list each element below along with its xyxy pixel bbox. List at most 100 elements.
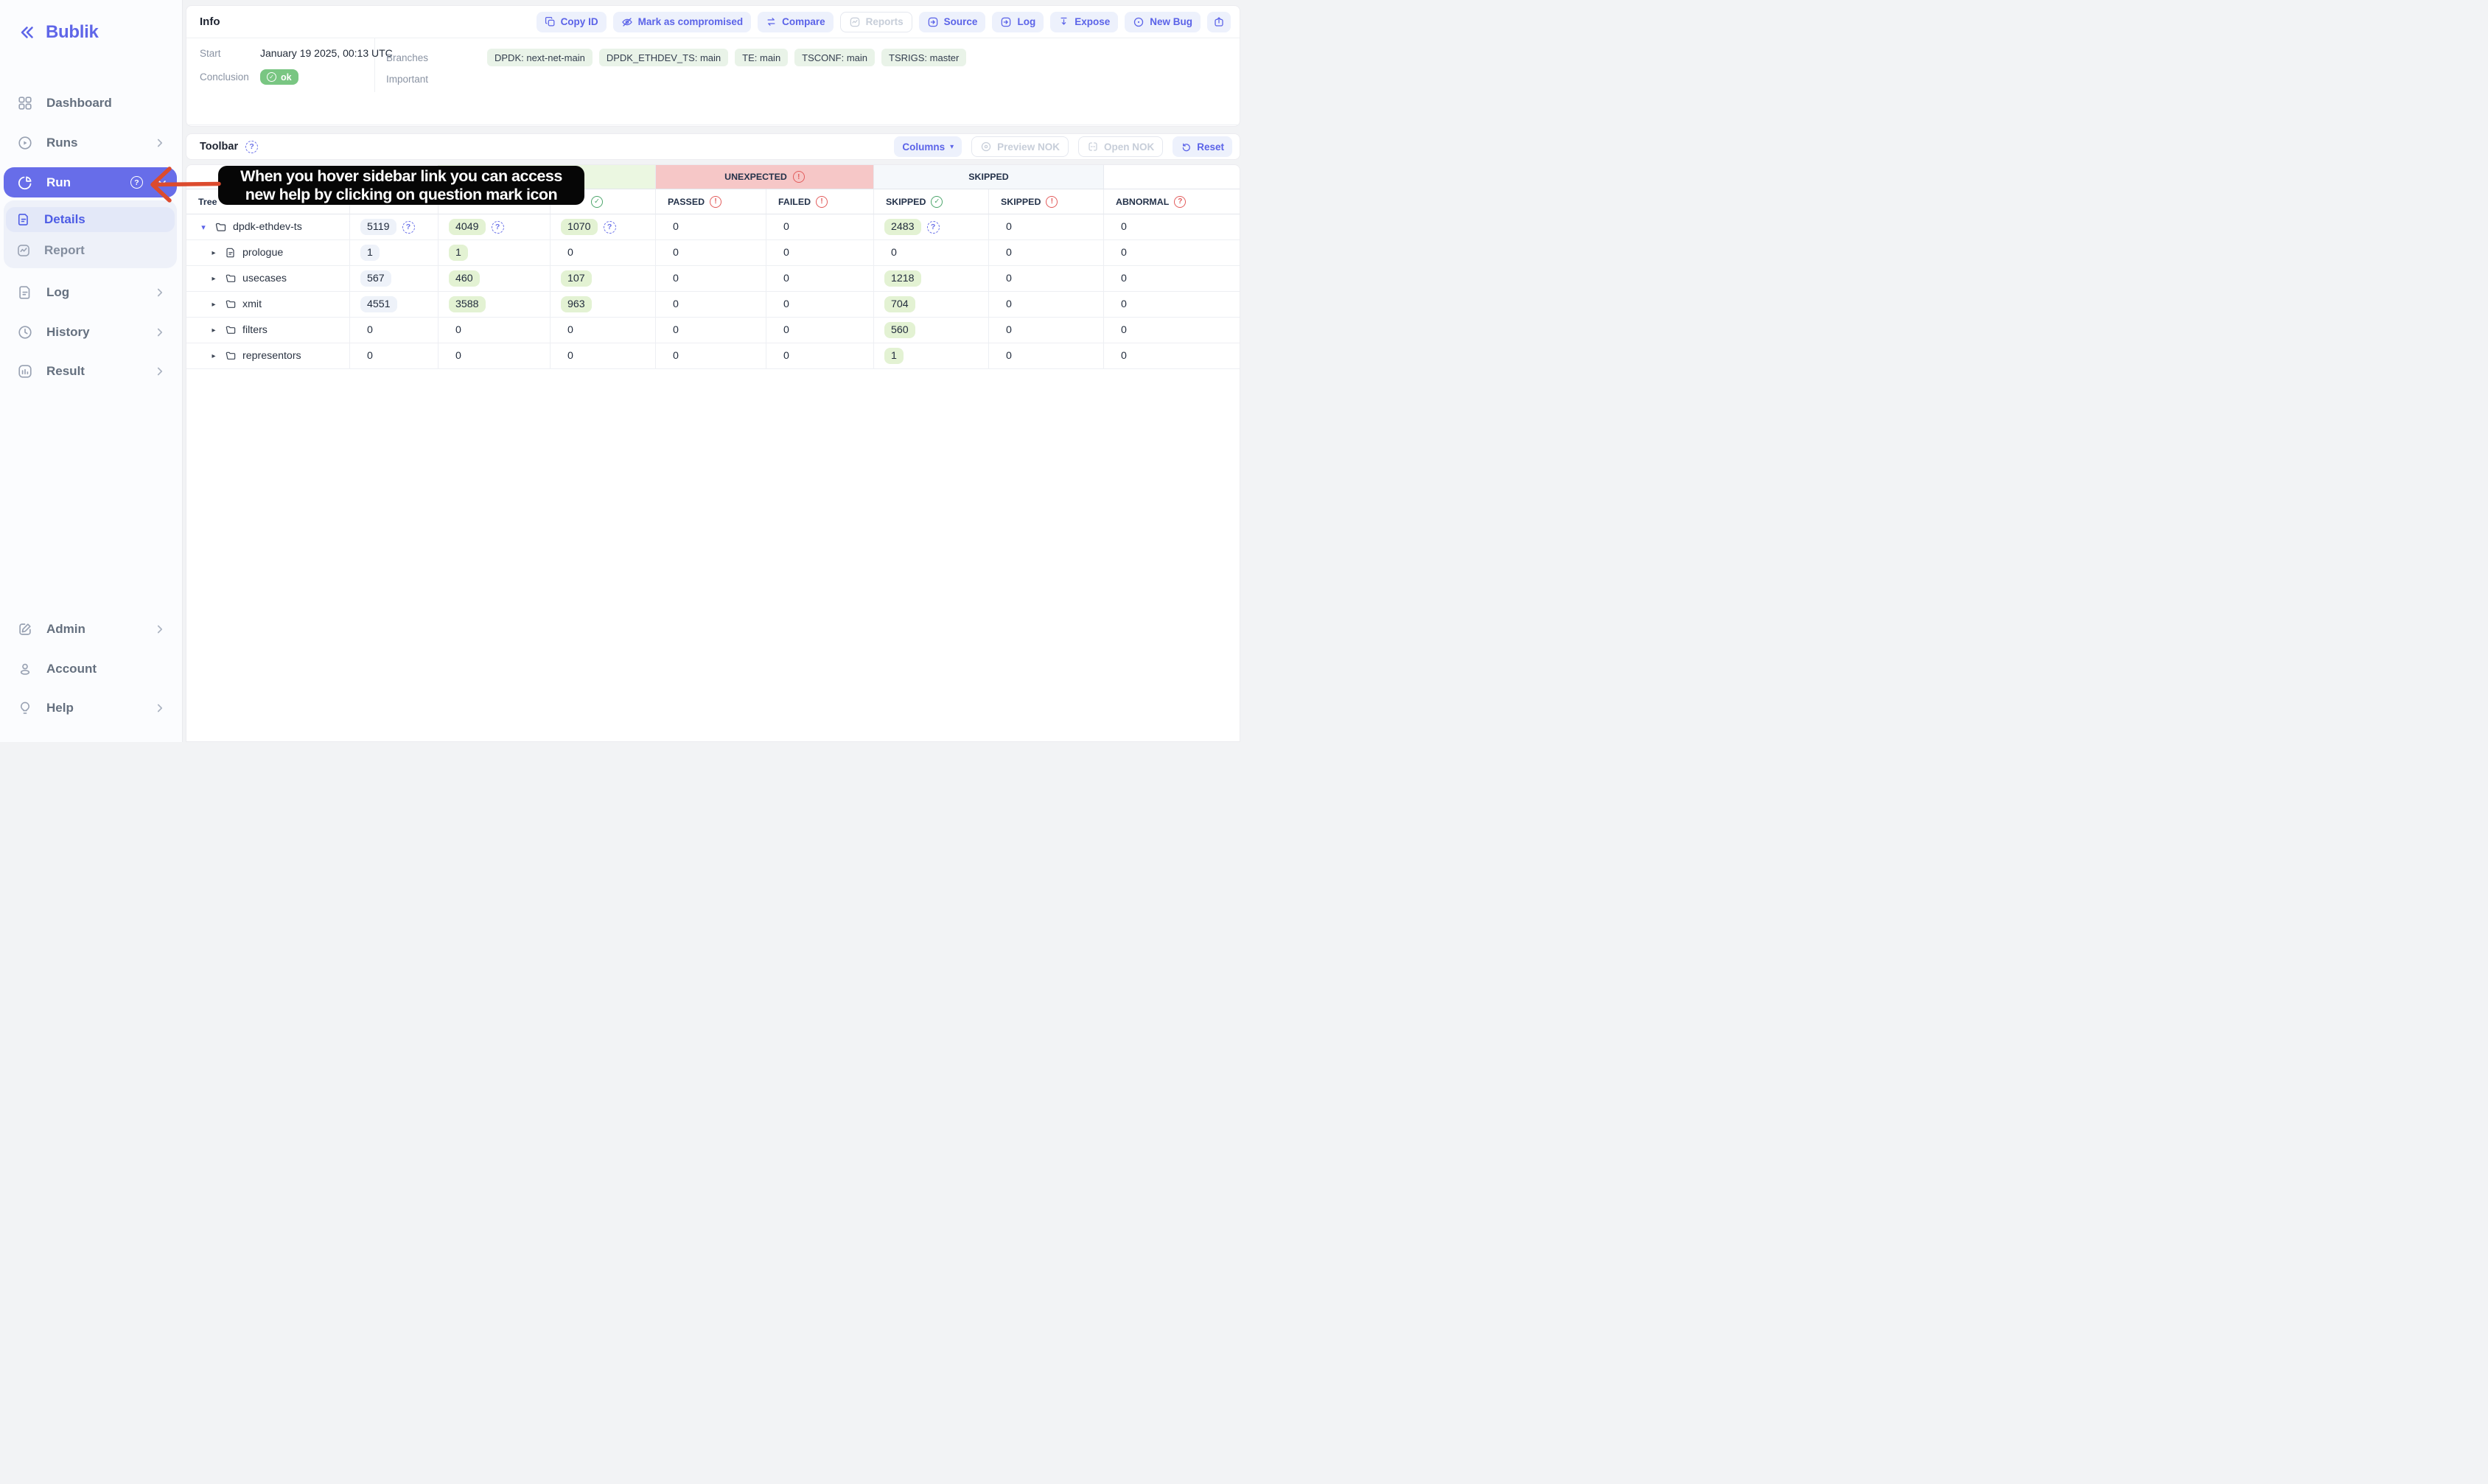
caret-right-icon[interactable]: ▸ (209, 352, 219, 360)
sidebar-item-run-active[interactable]: Run ? (4, 167, 177, 197)
tree-node-name[interactable]: dpdk-ethdev-ts (233, 221, 302, 233)
sidebar-item-help[interactable]: Help (4, 693, 177, 723)
caret-down-icon[interactable]: ▾ (198, 223, 209, 232)
compare-button[interactable]: Compare (758, 12, 834, 32)
column-header-skipped-expected: SKIPPED ✓ (874, 189, 989, 214)
sidebar-item-history[interactable]: History (4, 318, 177, 347)
share-button[interactable] (1207, 12, 1231, 32)
skipped-unexpected-cell: 0 (989, 240, 1104, 266)
refresh-icon (1181, 141, 1192, 153)
count-badge: 1 (884, 348, 904, 364)
count-help-icon[interactable]: ? (927, 221, 940, 234)
sidebar-item-label: Details (44, 212, 85, 227)
source-button[interactable]: Source (919, 12, 986, 32)
count-value: 0 (666, 298, 679, 310)
tree-node-name[interactable]: prologue (242, 247, 283, 259)
skipped-expected-cell: 1218 (874, 266, 989, 292)
tree-node-name[interactable]: xmit (242, 298, 262, 310)
sidebar-item-label: Result (46, 364, 140, 379)
count-value: 0 (777, 298, 789, 310)
new-bug-button[interactable]: New Bug (1125, 12, 1201, 32)
count-value: 0 (360, 350, 373, 362)
column-header-unexpected-failed: FAILED ! (766, 189, 874, 214)
tree-node-name[interactable]: filters (242, 324, 268, 336)
sidebar-item-runs[interactable]: Runs (4, 128, 177, 158)
tree-node-name[interactable]: representors (242, 350, 301, 362)
count-value: 0 (666, 247, 679, 259)
caret-right-icon[interactable]: ▸ (209, 301, 219, 309)
expected-passed-cell: 460 (438, 266, 551, 292)
column-header-label: SKIPPED (886, 197, 926, 207)
open-nok-button[interactable]: Open NOK (1078, 136, 1163, 157)
unexpected-passed-cell: 0 (656, 343, 766, 369)
reset-button[interactable]: Reset (1173, 136, 1232, 157)
expected-failed-cell: 1070? (551, 214, 656, 240)
branch-badge: DPDK_ETHDEV_TS: main (599, 49, 728, 66)
branch-badges: DPDK: next-net-main DPDK_ETHDEV_TS: main… (487, 49, 966, 66)
unexpected-passed-cell: 0 (656, 240, 766, 266)
sidebar-item-details[interactable]: Details (6, 207, 175, 232)
sidebar-collapse-icon[interactable] (18, 24, 35, 41)
help-tooltip-line1: When you hover sidebar link you can acce… (240, 167, 562, 186)
conclusion-label: Conclusion (200, 71, 260, 83)
column-header-label: Tree (198, 197, 217, 207)
count-value: 0 (1114, 350, 1127, 362)
button-label: Open NOK (1104, 141, 1154, 153)
mark-compromised-button[interactable]: Mark as compromised (613, 12, 752, 32)
help-tooltip: When you hover sidebar link you can acce… (218, 166, 584, 205)
alert-circle-icon: ! (1046, 196, 1058, 208)
count-help-icon[interactable]: ? (402, 221, 415, 234)
count-value: 0 (1114, 273, 1127, 284)
app-title: Bublik (46, 22, 99, 43)
count-badge: 3588 (449, 296, 486, 312)
branches-label: Branches (386, 52, 487, 63)
folder-icon (225, 350, 237, 362)
button-label: Compare (782, 16, 825, 27)
check-circle-icon: ✓ (267, 72, 276, 82)
abnormal-cell: 0 (1104, 343, 1240, 369)
copy-id-button[interactable]: Copy ID (537, 12, 607, 32)
expose-button[interactable]: Expose (1050, 12, 1118, 32)
count-help-icon[interactable]: ? (492, 221, 504, 234)
count-value: 0 (999, 273, 1012, 284)
count-badge: 5119 (360, 219, 396, 235)
count-help-icon[interactable]: ? (604, 221, 616, 234)
sidebar-item-dashboard[interactable]: Dashboard (4, 88, 177, 118)
start-label: Start (200, 48, 260, 59)
count-badge: 2483 (884, 219, 921, 235)
reports-button[interactable]: Reports (840, 12, 912, 32)
log-document-icon (17, 284, 33, 301)
sidebar-item-account[interactable]: Account (4, 654, 177, 684)
toolbar: Toolbar ? Columns ▾ Preview NOK Open NOK… (186, 133, 1240, 160)
toolbar-help-icon[interactable]: ? (245, 141, 258, 153)
skipped-expected-cell: 560 (874, 318, 989, 343)
branch-badge: TSCONF: main (794, 49, 875, 66)
expected-failed-cell: 0 (551, 343, 656, 369)
skipped-expected-cell: 0 (874, 240, 989, 266)
count-value: 0 (777, 324, 789, 336)
sidebar-item-log[interactable]: Log (4, 278, 177, 307)
sidebar-item-label: Help (46, 701, 140, 715)
clock-icon (17, 324, 33, 340)
caret-right-icon[interactable]: ▸ (209, 275, 219, 283)
columns-dropdown[interactable]: Columns ▾ (894, 136, 962, 157)
caret-right-icon[interactable]: ▸ (209, 249, 219, 257)
arrow-right-square-icon (1000, 16, 1012, 28)
total-cell: 1 (350, 240, 438, 266)
run-help-icon[interactable]: ? (130, 176, 143, 189)
count-badge: 1 (449, 245, 468, 261)
info-actions: Copy ID Mark as compromised Compare Repo… (537, 12, 1231, 32)
log-button[interactable]: Log (992, 12, 1044, 32)
button-label: Expose (1074, 16, 1110, 27)
alert-circle-icon: ! (793, 171, 805, 183)
table-row-tree-cell: ▸ filters (186, 318, 350, 343)
sidebar-item-admin[interactable]: Admin (4, 615, 177, 644)
count-badge: 460 (449, 270, 480, 287)
sidebar-item-report[interactable]: Report (6, 238, 175, 263)
sidebar-item-result[interactable]: Result (4, 357, 177, 386)
group-header-label: UNEXPECTED (724, 172, 787, 182)
tree-node-name[interactable]: usecases (242, 273, 287, 284)
check-circle-icon: ✓ (591, 196, 603, 208)
caret-right-icon[interactable]: ▸ (209, 326, 219, 335)
preview-nok-button[interactable]: Preview NOK (971, 136, 1069, 157)
